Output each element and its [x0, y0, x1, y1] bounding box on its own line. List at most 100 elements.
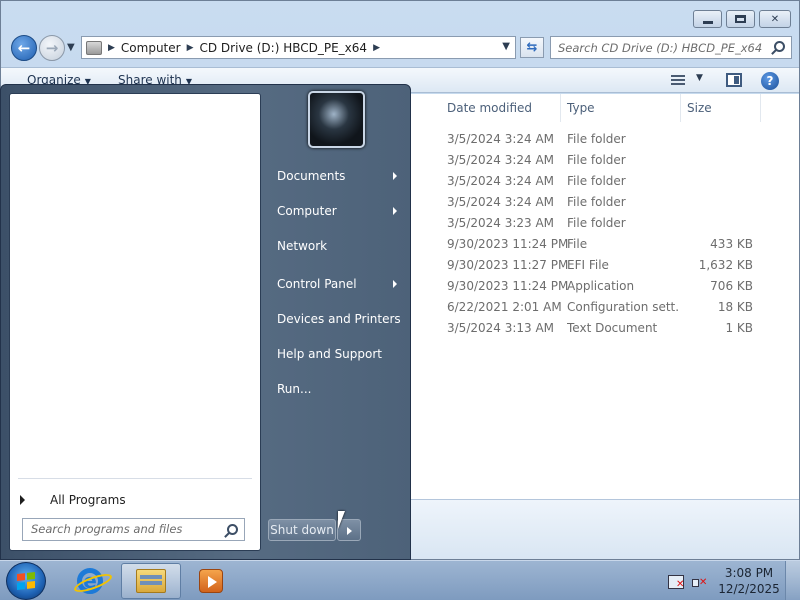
change-view-icon[interactable]: [671, 75, 685, 86]
start-item-run[interactable]: Run...: [263, 374, 407, 404]
file-date: 9/30/2023 11:24 PM: [447, 278, 569, 293]
taskbar-windows-explorer[interactable]: [121, 563, 181, 599]
back-button[interactable]: ←: [11, 35, 37, 61]
column-header-type[interactable]: Type: [561, 94, 681, 122]
start-item-network[interactable]: Network: [263, 231, 407, 261]
clock-date: 12/2/2025: [718, 582, 780, 596]
logo-quadrant: [27, 572, 35, 580]
shutdown-button[interactable]: Shut down: [268, 519, 336, 541]
media-player-icon: [199, 569, 223, 593]
submenu-arrow-icon: [393, 207, 397, 215]
start-button[interactable]: [6, 562, 46, 600]
explorer-search-box[interactable]: [550, 36, 792, 59]
search-icon[interactable]: [774, 41, 785, 52]
breadcrumb-separator-icon[interactable]: ▶: [187, 43, 194, 53]
start-search-box[interactable]: [22, 518, 245, 541]
breadcrumb-cd-drive[interactable]: CD Drive (D:) HBCD_PE_x64: [200, 41, 368, 55]
minimize-button[interactable]: [693, 10, 722, 28]
taskbar-internet-explorer[interactable]: e: [60, 563, 120, 599]
recent-pages-dropdown[interactable]: ▼: [67, 42, 75, 53]
refresh-icon: ⇆: [526, 40, 538, 55]
breadcrumb-separator-icon[interactable]: ▶: [108, 43, 115, 53]
volume-muted-icon[interactable]: [692, 575, 708, 589]
start-search-input[interactable]: [31, 522, 221, 536]
system-clock[interactable]: 3:08 PM 12/2/2025: [716, 565, 782, 597]
file-date: 3/5/2024 3:24 AM: [447, 152, 555, 167]
search-icon[interactable]: [227, 524, 238, 535]
file-type: Configuration sett...: [567, 299, 679, 314]
start-menu: All Programs Documents Computer Network …: [0, 84, 411, 560]
start-item-label: Computer: [277, 204, 337, 218]
navigation-row: ← → ▼ ▶ Computer ▶ CD Drive (D:) HBCD_PE…: [1, 33, 799, 63]
file-type: File folder: [567, 152, 626, 167]
window-caption-buttons: ✕: [693, 10, 791, 28]
column-header-date-modified[interactable]: Date modified: [441, 94, 561, 122]
file-date: 3/5/2024 3:24 AM: [447, 131, 555, 146]
file-type: File folder: [567, 173, 626, 188]
start-item-label: Help and Support: [277, 347, 382, 361]
file-date: 3/5/2024 3:24 AM: [447, 194, 555, 209]
restore-icon: [735, 15, 746, 23]
breadcrumb-separator-icon[interactable]: ▶: [373, 43, 380, 53]
file-size: 706 KB: [710, 278, 753, 293]
logo-quadrant: [17, 582, 25, 590]
file-size: 1 KB: [725, 320, 753, 335]
start-item-control-panel[interactable]: Control Panel: [263, 269, 407, 299]
file-date: 3/5/2024 3:24 AM: [447, 173, 555, 188]
help-icon[interactable]: ?: [761, 72, 779, 90]
start-item-label: Control Panel: [277, 277, 357, 291]
file-size: 18 KB: [717, 299, 753, 314]
start-item-documents[interactable]: Documents: [263, 161, 407, 191]
start-item-label: Run...: [277, 382, 312, 396]
address-bar[interactable]: ▶ Computer ▶ CD Drive (D:) HBCD_PE_x64 ▶…: [81, 36, 516, 59]
file-type: File folder: [567, 131, 626, 146]
file-date: 3/5/2024 3:13 AM: [447, 320, 555, 335]
network-disconnected-icon[interactable]: [668, 575, 684, 590]
start-item-devices-and-printers[interactable]: Devices and Printers: [263, 304, 407, 334]
explorer-search-input[interactable]: [558, 40, 763, 55]
computer-drive-icon: [86, 40, 102, 55]
file-date: 3/5/2024 3:23 AM: [447, 215, 555, 230]
start-menu-programs-pane: All Programs: [9, 93, 261, 551]
forward-button[interactable]: →: [39, 35, 65, 61]
internet-explorer-icon: e: [77, 568, 103, 594]
file-type: Application: [567, 278, 635, 293]
refresh-button[interactable]: ⇆: [520, 37, 544, 58]
mouse-cursor-icon: [338, 511, 345, 529]
submenu-arrow-icon: [393, 280, 397, 288]
all-programs-button[interactable]: All Programs: [20, 486, 250, 514]
file-date: 9/30/2023 11:24 PM: [447, 236, 569, 251]
close-button[interactable]: ✕: [759, 10, 791, 28]
file-date: 9/30/2023 11:27 PM: [447, 257, 569, 272]
logo-quadrant: [17, 573, 25, 581]
show-desktop-button[interactable]: [785, 561, 800, 600]
preview-pane-icon[interactable]: [726, 73, 742, 87]
column-header-size[interactable]: Size: [681, 94, 761, 122]
file-type: File folder: [567, 215, 626, 230]
file-date: 6/22/2021 2:01 AM: [447, 299, 562, 314]
start-item-computer[interactable]: Computer: [263, 196, 407, 226]
start-item-label: Network: [277, 239, 328, 253]
file-size: 433 KB: [710, 236, 753, 251]
file-type: File folder: [567, 194, 626, 209]
maximize-button[interactable]: [726, 10, 755, 28]
start-menu-divider: [18, 478, 252, 479]
forward-arrow-icon: →: [45, 39, 59, 57]
windows-logo-icon: [17, 572, 35, 590]
close-icon: ✕: [770, 13, 780, 25]
file-size: 1,632 KB: [698, 257, 753, 272]
start-item-label: Devices and Printers: [277, 312, 401, 326]
windows-explorer-icon: [136, 569, 166, 593]
file-type: EFI File: [567, 257, 609, 272]
view-options-dropdown[interactable]: ▼: [696, 73, 703, 83]
address-history-dropdown[interactable]: ▼: [502, 41, 510, 52]
minimize-icon: [702, 20, 713, 24]
back-arrow-icon: ←: [17, 39, 31, 57]
taskbar-media-player[interactable]: [181, 563, 241, 599]
breadcrumb-computer[interactable]: Computer: [121, 41, 181, 55]
submenu-arrow-icon: [393, 172, 397, 180]
start-item-help-and-support[interactable]: Help and Support: [263, 339, 407, 369]
logo-quadrant: [27, 581, 35, 589]
user-account-picture[interactable]: [308, 91, 365, 148]
clock-time: 3:08 PM: [724, 566, 774, 580]
